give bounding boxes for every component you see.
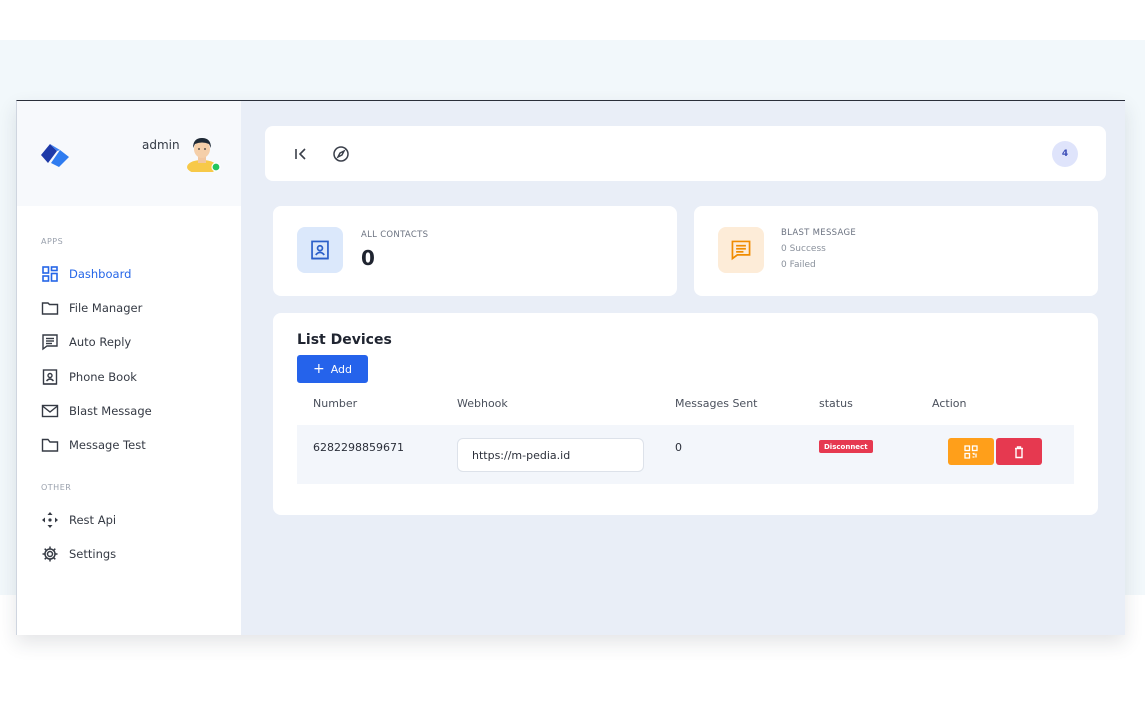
topbar: 4 xyxy=(265,126,1106,181)
section-apps-label: APPS xyxy=(41,237,64,246)
column-header-status: status xyxy=(819,397,853,410)
sidebar-item-label: Auto Reply xyxy=(69,335,132,349)
section-other-label: OTHER xyxy=(41,483,72,492)
contacts-icon-box xyxy=(297,227,343,273)
online-status-dot xyxy=(211,162,221,172)
all-contacts-card: ALL CONTACTS 0 xyxy=(273,206,677,296)
blast-failed-count: 0 Failed xyxy=(781,260,816,270)
compass-icon[interactable] xyxy=(331,144,351,164)
device-number: 6282298859671 xyxy=(313,441,404,454)
sidebar: admin APPS Dashboard File Manager Auto R… xyxy=(17,101,241,635)
stat-label: ALL CONTACTS xyxy=(361,230,429,240)
user-name: admin xyxy=(142,138,180,152)
sidebar-item-label: Rest Api xyxy=(69,513,117,527)
sidebar-item-settings[interactable]: Settings xyxy=(41,545,116,563)
sidebar-item-label: Settings xyxy=(69,547,117,561)
contact-book-icon xyxy=(42,369,58,385)
sidebar-item-label: Message Test xyxy=(69,438,146,452)
webhook-input[interactable] xyxy=(457,438,644,472)
app-window: admin APPS Dashboard File Manager Auto R… xyxy=(16,100,1125,635)
sidebar-item-label: Dashboard xyxy=(69,267,132,281)
column-header-messages-sent: Messages Sent xyxy=(675,397,758,410)
plus-icon: + xyxy=(312,361,325,377)
list-devices-card: List Devices + Add Number Webhook Messag… xyxy=(273,313,1098,515)
scan-qr-button[interactable] xyxy=(948,438,994,465)
list-devices-title: List Devices xyxy=(297,332,392,348)
sidebar-header: admin xyxy=(17,101,241,206)
delete-device-button[interactable] xyxy=(996,438,1042,465)
sidebar-item-label: Phone Book xyxy=(69,370,137,384)
notification-badge[interactable]: 4 xyxy=(1052,141,1078,167)
column-header-number: Number xyxy=(313,397,358,410)
add-device-button[interactable]: + Add xyxy=(297,355,368,383)
messages-sent-count: 0 xyxy=(675,441,682,454)
column-header-webhook: Webhook xyxy=(457,397,508,410)
sidebar-item-auto-reply[interactable]: Auto Reply xyxy=(41,333,131,351)
mail-icon xyxy=(41,404,59,418)
table-row: 6282298859671 0 Disconnect xyxy=(297,425,1074,484)
trash-icon xyxy=(1015,445,1023,458)
status-badge: Disconnect xyxy=(819,440,873,453)
sidebar-item-file-manager[interactable]: File Manager xyxy=(41,299,142,317)
message-square-icon xyxy=(42,334,58,351)
avatar[interactable] xyxy=(185,134,221,172)
message-square-icon xyxy=(731,240,751,261)
add-button-label: Add xyxy=(330,362,353,376)
gear-icon xyxy=(42,546,58,562)
sidebar-item-message-test[interactable]: Message Test xyxy=(41,436,146,454)
sidebar-item-dashboard[interactable]: Dashboard xyxy=(41,265,131,283)
sidebar-item-label: File Manager xyxy=(69,301,143,315)
contact-book-icon xyxy=(311,240,329,260)
stat-label: BLAST MESSAGE xyxy=(781,228,857,238)
blast-success-count: 0 Success xyxy=(781,244,826,254)
api-move-icon xyxy=(42,512,58,528)
folder-icon xyxy=(41,302,59,315)
qr-code-icon xyxy=(964,444,978,459)
sidebar-item-blast-message[interactable]: Blast Message xyxy=(41,402,152,420)
sidebar-item-rest-api[interactable]: Rest Api xyxy=(41,511,116,529)
collapse-sidebar-icon[interactable] xyxy=(291,144,311,164)
dashboard-icon xyxy=(42,266,58,282)
logo-icon[interactable] xyxy=(39,141,73,169)
file-folder-icon xyxy=(41,438,59,452)
contacts-count: 0 xyxy=(361,246,375,270)
blast-icon-box xyxy=(718,227,764,273)
sidebar-item-label: Blast Message xyxy=(69,404,152,418)
column-header-action: Action xyxy=(932,397,967,410)
sidebar-item-phone-book[interactable]: Phone Book xyxy=(41,368,137,386)
blast-message-card: BLAST MESSAGE 0 Success 0 Failed xyxy=(694,206,1098,296)
